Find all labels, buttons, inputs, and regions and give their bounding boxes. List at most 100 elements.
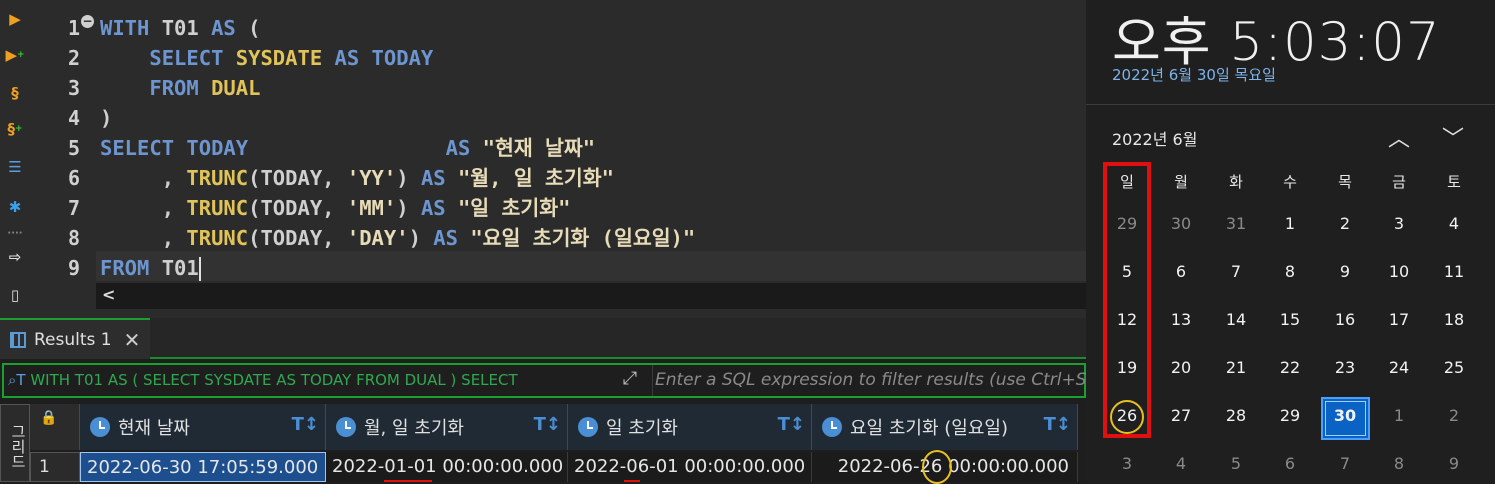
calendar-day[interactable]: 10 [1374,252,1424,292]
code-line[interactable]: FROM T01 [100,253,201,283]
calendar-day[interactable]: 2 [1429,396,1479,436]
explain-plan-icon[interactable]: ☰ [4,156,26,178]
calendar-day[interactable]: 14 [1211,300,1261,340]
filter-input[interactable]: Enter a SQL expression to filter results… [652,365,1086,396]
calendar-day[interactable]: 1 [1374,396,1424,436]
code-token: AS [334,46,372,70]
code-token: FROM [100,76,212,100]
calendar-day[interactable]: 11 [1429,252,1479,292]
execute-in-new-tab-icon[interactable]: ▶ + [4,44,26,66]
column-header[interactable]: 요일 초기화 (일요일) T↕ [812,404,1078,450]
filter-sort-icon[interactable]: T↕ [534,414,561,435]
calendar-day[interactable]: 22 [1265,348,1315,388]
execute-script-new-tab-icon[interactable]: § + [4,118,26,140]
calendar-day[interactable]: 15 [1265,300,1315,340]
tab-results-1[interactable]: Results 1 ✕ [0,318,150,359]
calendar-day[interactable]: 7 [1320,444,1370,484]
calendar-day[interactable]: 6 [1265,444,1315,484]
lock-column-header[interactable]: 🔒 [30,404,80,450]
chevron-up-icon[interactable]: ︿ [1388,121,1410,153]
code-token: 'DAY' [346,226,409,250]
code-line[interactable]: FROM DUAL [100,73,260,103]
datetime-type-icon [90,417,110,437]
clock-date-link[interactable]: 2022년 6월 30일 목요일 [1112,64,1276,85]
column-header[interactable]: 일 초기화 T↕ [568,404,812,450]
column-header[interactable]: 현재 날짜 T↕ [80,404,326,450]
calendar-day[interactable]: 30 [1320,396,1370,436]
lock-icon: 🔒 [40,410,58,426]
calendar-day[interactable]: 24 [1374,348,1424,388]
weekday-header: 금 [1392,173,1406,191]
export-icon[interactable]: ⇨ [4,246,26,268]
code-token: (TODAY, [248,166,347,190]
row-number[interactable]: 1 [30,452,80,482]
filter-sql-text[interactable]: ⌕T WITH T01 AS ( SELECT SYSDATE AS TODAY… [8,365,608,396]
calendar-day[interactable]: 25 [1429,348,1479,388]
filter-sort-icon[interactable]: T↕ [292,414,319,435]
filter-sort-icon[interactable]: T↕ [778,414,805,435]
expand-icon[interactable]: ⤢ [616,368,644,393]
code-token: FROM [100,256,162,280]
calendar-day[interactable]: 29 [1265,396,1315,436]
calendar-day[interactable]: 1 [1265,204,1315,244]
execute-statement-icon[interactable]: ▶ [4,8,26,30]
calendar-day[interactable]: 5 [1211,444,1261,484]
close-icon[interactable]: ✕ [124,328,141,352]
sunday-column-annotation [1103,162,1151,438]
load-file-icon[interactable]: ▯ [4,284,26,306]
code-token: TODAY [186,136,249,160]
scroll-left-icon[interactable]: < [102,285,115,304]
sql-editor[interactable]: ▶ ▶ + § § + ☰ ✱ ···· ⇨ ▯ 1 2 3 4 5 6 7 8 9 − WITH … [0,0,1086,318]
column-header[interactable]: 월, 일 초기화 T↕ [326,404,568,450]
calendar-day[interactable]: 20 [1156,348,1206,388]
filter-sort-icon[interactable]: T↕ [1044,414,1071,435]
calendar-day[interactable]: 3 [1102,444,1152,484]
calendar-day[interactable]: 3 [1374,204,1424,244]
calendar-day[interactable]: 4 [1429,204,1479,244]
line-number: 8 [67,226,80,250]
settings-icon[interactable]: ✱ [4,196,26,218]
code-line[interactable]: ) [100,103,112,133]
chevron-down-icon[interactable]: ﹀ [1442,121,1464,153]
calendar-day[interactable]: 7 [1211,252,1261,292]
calendar-day[interactable]: 6 [1156,252,1206,292]
code-line[interactable]: , TRUNC(TODAY, 'DAY') AS "요일 초기화 (일요일)" [100,223,696,253]
code-token: AS [433,226,471,250]
calendar-day[interactable]: 21 [1211,348,1261,388]
calendar-day[interactable]: 30 [1156,204,1206,244]
code-line[interactable]: , TRUNC(TODAY, 'MM') AS "일 초기화" [100,193,571,223]
code-token: SELECT [100,46,236,70]
calendar-day[interactable]: 31 [1211,204,1261,244]
calendar-day[interactable]: 8 [1374,444,1424,484]
code-token: AS [420,166,458,190]
calendar-day[interactable]: 4 [1156,444,1206,484]
calendar-day[interactable]: 16 [1320,300,1370,340]
table-cell[interactable]: 2022-01-01 00:00:00.000 [326,452,568,482]
code-token: "요일 초기화 (일요일)" [470,226,696,250]
calendar-day[interactable]: 13 [1156,300,1206,340]
code-line[interactable]: SELECT SYSDATE AS TODAY [100,43,433,73]
calendar-day[interactable]: 9 [1429,444,1479,484]
calendar-day[interactable]: 9 [1320,252,1370,292]
calendar-day[interactable]: 17 [1374,300,1424,340]
calendar-month-label[interactable]: 2022년 6월 [1112,126,1197,150]
calendar-day[interactable]: 18 [1429,300,1479,340]
calendar-day[interactable]: 23 [1320,348,1370,388]
code-token: ) [396,196,421,220]
code-line[interactable]: , TRUNC(TODAY, 'YY') AS "월, 일 초기화" [100,163,614,193]
line-number: 2 [67,46,80,70]
calendar-day[interactable]: 28 [1211,396,1261,436]
calendar-day[interactable]: 2 [1320,204,1370,244]
table-cell[interactable]: 2022-06-30 17:05:59.000 [80,452,326,482]
filter-bar: ⌕T WITH T01 AS ( SELECT SYSDATE AS TODAY… [2,363,1086,398]
calendar-day[interactable]: 27 [1156,396,1206,436]
code-line[interactable]: WITH T01 AS ( [100,13,260,43]
table-cell[interactable]: 2022-06-01 00:00:00.000 [568,452,812,482]
code-line[interactable]: SELECT TODAY AS "현재 날짜" [100,133,595,163]
fold-collapse-icon[interactable]: − [81,15,94,28]
horizontal-scrollbar[interactable]: < [96,283,1086,309]
grid-vertical-tab[interactable]: 그리드 [0,404,30,482]
calendar-day[interactable]: 8 [1265,252,1315,292]
execute-script-icon[interactable]: § [4,82,26,104]
code-token: AS [420,196,458,220]
